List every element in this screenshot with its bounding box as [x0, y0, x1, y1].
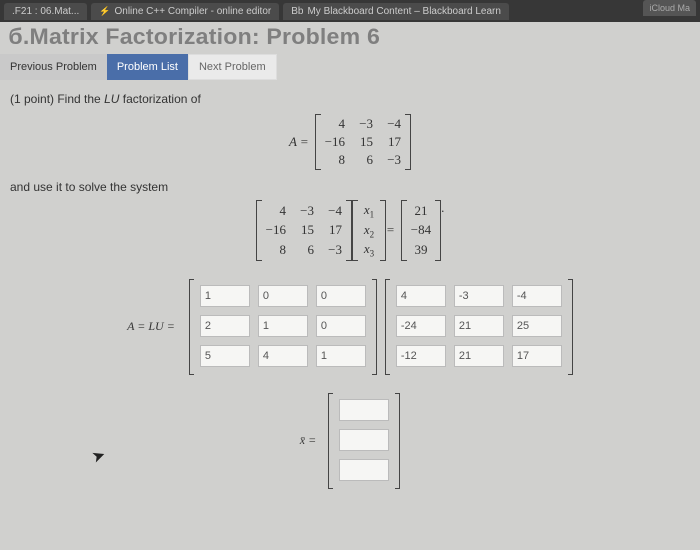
- prompt-tail: factorization of: [119, 92, 200, 106]
- a-cell: −3: [355, 116, 373, 132]
- x-label: x̄ =: [300, 433, 316, 448]
- eq-sign: =: [386, 222, 395, 238]
- next-problem-button[interactable]: Next Problem: [188, 54, 277, 80]
- l-input[interactable]: [258, 315, 308, 337]
- tab-blackboard[interactable]: Bb My Blackboard Content – Blackboard Lea…: [283, 3, 509, 20]
- u-input[interactable]: [454, 345, 504, 367]
- l-input[interactable]: [258, 345, 308, 367]
- xvar: x1: [362, 202, 376, 220]
- s-cell: 8: [268, 242, 286, 258]
- u-input[interactable]: [512, 315, 562, 337]
- s-cell: 17: [324, 222, 342, 238]
- s-cell: 4: [268, 203, 286, 219]
- tab-icloud[interactable]: iCloud Ma: [643, 0, 696, 16]
- s-cell: 6: [296, 242, 314, 258]
- problem-list-button[interactable]: Problem List: [107, 54, 188, 80]
- browser-tabstrip: .F21 : 06.Mat... ⚡ Online C++ Compiler - …: [0, 0, 700, 22]
- a-cell: 4: [327, 116, 345, 132]
- x-input[interactable]: [339, 429, 389, 451]
- bolt-icon: ⚡: [99, 6, 110, 17]
- prompt-text: (1 point) Find the LU factorization of: [10, 92, 690, 106]
- b-cell: −84: [411, 222, 431, 238]
- a-cell: 8: [327, 152, 345, 168]
- u-input[interactable]: [396, 345, 446, 367]
- u-input[interactable]: [512, 345, 562, 367]
- l-input[interactable]: [200, 315, 250, 337]
- bb-icon: Bb: [291, 6, 303, 17]
- tab-compiler[interactable]: ⚡ Online C++ Compiler - online editor: [91, 3, 279, 20]
- prev-problem-button[interactable]: Previous Problem: [0, 54, 107, 80]
- x-input[interactable]: [339, 399, 389, 421]
- u-input[interactable]: [396, 285, 446, 307]
- u-input[interactable]: [454, 285, 504, 307]
- alu-label: A = LU =: [127, 319, 175, 334]
- u-input[interactable]: [512, 285, 562, 307]
- xvar: x2: [362, 222, 376, 240]
- x-vector: [333, 393, 395, 489]
- system-display: 4 −3 −4 −16 15 17 86 −3 x1 x2 x3 = 21 −84 39: [10, 200, 690, 261]
- b-cell: 39: [414, 242, 428, 258]
- a-cell: −4: [383, 116, 401, 132]
- s-cell: −4: [324, 203, 342, 219]
- subprompt: and use it to solve the system: [10, 180, 690, 194]
- x-input[interactable]: [339, 459, 389, 481]
- a-cell: 17: [383, 134, 401, 150]
- a-cell: 6: [355, 152, 373, 168]
- tab-label: My Blackboard Content – Blackboard Learn: [307, 6, 500, 17]
- l-matrix: [194, 279, 372, 375]
- tab-label: Online C++ Compiler - online editor: [114, 6, 271, 17]
- a-cell: 15: [355, 134, 373, 150]
- tab-label: iCloud Ma: [649, 3, 690, 13]
- s-cell: 15: [296, 222, 314, 238]
- s-cell: −3: [324, 242, 342, 258]
- prompt-lu: LU: [104, 92, 119, 106]
- u-matrix: [390, 279, 568, 375]
- tab-label: .F21 : 06.Mat...: [12, 6, 79, 17]
- a-label: A =: [289, 134, 309, 150]
- a-cell: −16: [325, 134, 345, 150]
- prompt-lead: (1 point) Find the: [10, 92, 104, 106]
- l-input[interactable]: [258, 285, 308, 307]
- lu-input-area: A = LU =: [10, 279, 690, 375]
- a-cell: −3: [383, 152, 401, 168]
- l-input[interactable]: [316, 285, 366, 307]
- matrix-a-display: A = 4 −3 −4 −16 15 17 86 −3: [10, 114, 690, 170]
- l-input[interactable]: [316, 345, 366, 367]
- problem-body: (1 point) Find the LU factorization of A…: [0, 86, 700, 495]
- tab-course[interactable]: .F21 : 06.Mat...: [4, 3, 87, 20]
- period: .: [441, 200, 444, 261]
- l-input[interactable]: [200, 285, 250, 307]
- u-input[interactable]: [396, 315, 446, 337]
- u-input[interactable]: [454, 315, 504, 337]
- b-cell: 21: [414, 203, 428, 219]
- s-cell: −16: [266, 222, 286, 238]
- xvar: x3: [362, 241, 376, 259]
- problem-nav: Previous Problem Problem List Next Probl…: [0, 54, 700, 86]
- l-input[interactable]: [316, 315, 366, 337]
- s-cell: −3: [296, 203, 314, 219]
- l-input[interactable]: [200, 345, 250, 367]
- page-title: б.Matrix Factorization: Problem 6: [0, 22, 700, 54]
- x-input-area: x̄ =: [10, 393, 690, 489]
